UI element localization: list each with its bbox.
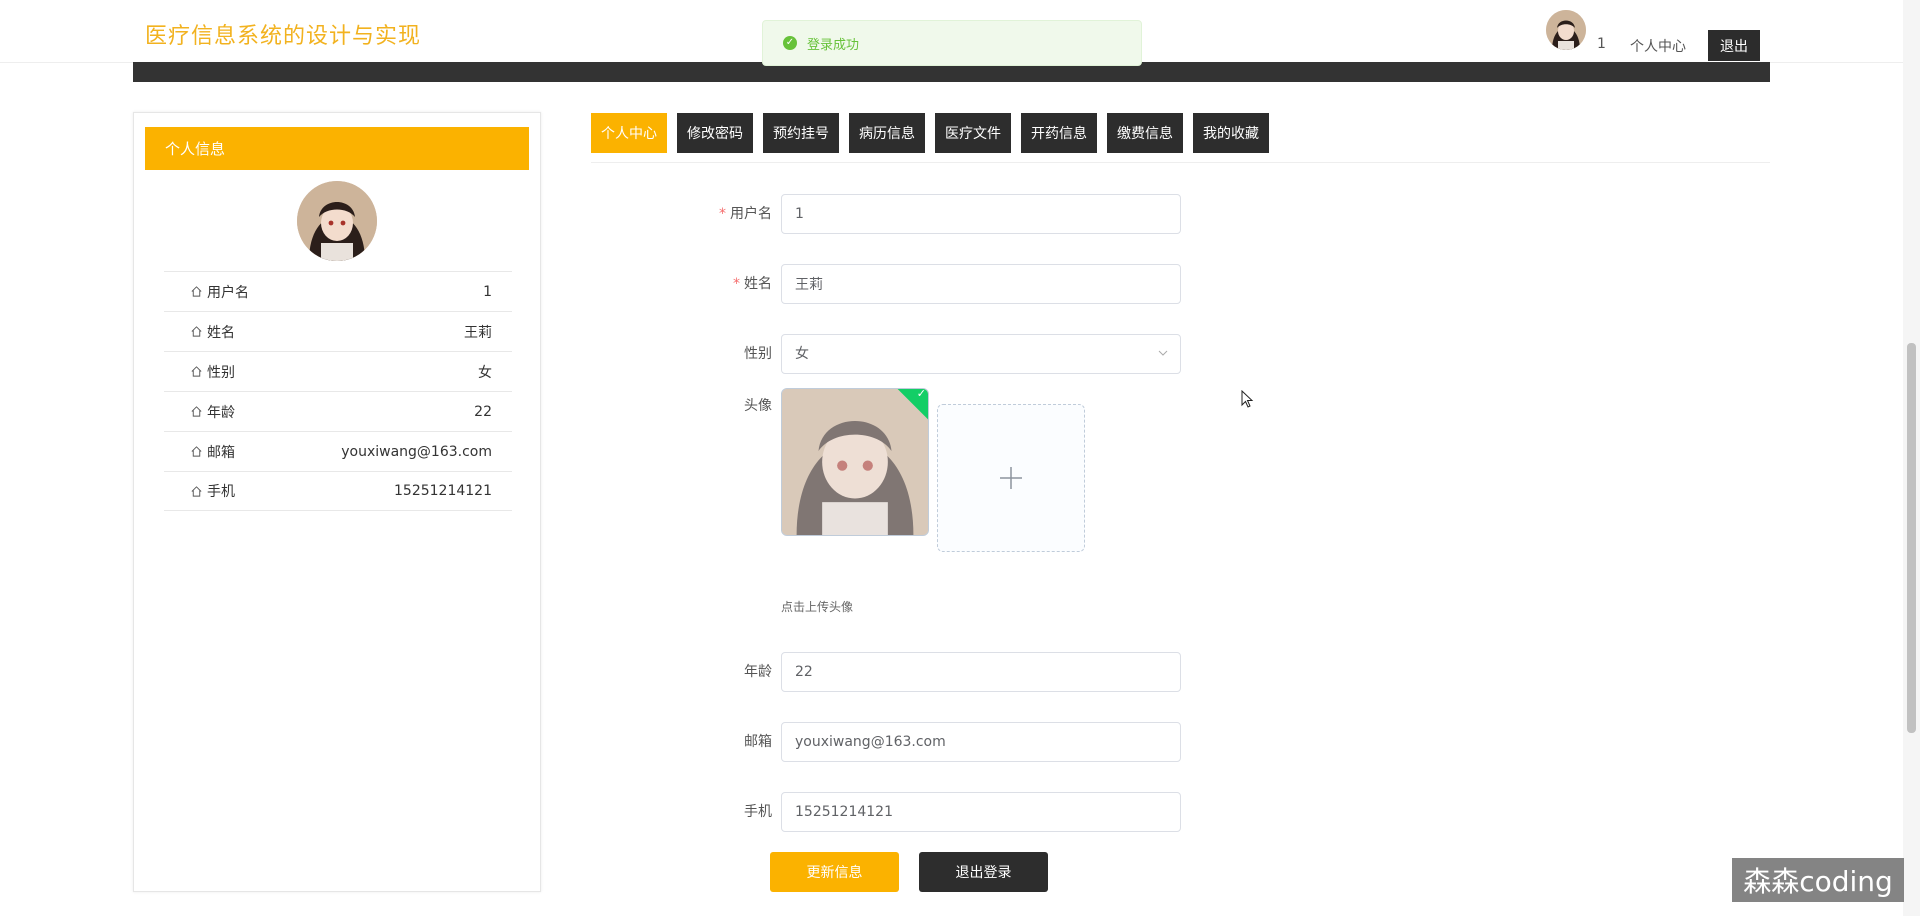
list-item: 手机 15251214121 [164,471,512,511]
avatar-image [297,181,377,261]
form-row-avatar: 头像 ✓ 点击上传头像 [680,388,1180,628]
tab-prescriptions[interactable]: 开药信息 [1021,113,1097,153]
header-avatar[interactable] [1546,10,1586,50]
info-value: youxiwang@163.com [341,443,492,460]
profile-avatar [297,181,377,261]
info-label: 手机 [207,484,235,500]
home-icon [191,446,202,457]
site-title: 医疗信息系统的设计与实现 [145,24,422,49]
uploaded-avatar[interactable]: ✓ [781,388,929,536]
update-info-button[interactable]: 更新信息 [770,852,899,892]
info-label: 姓名 [207,324,235,341]
check-icon: ✓ [916,388,926,401]
name-label: 姓名 [744,276,772,292]
watermark: 森森coding [1732,858,1904,902]
profile-card-title: 个人信息 [145,127,529,170]
home-icon [191,485,202,497]
gender-label: 性别 [744,346,772,362]
username-label: 用户名 [730,206,772,222]
mouse-cursor-icon [1241,390,1254,408]
tab-personal-center[interactable]: 个人中心 [591,113,667,153]
toast-message: 登录成功 [807,37,860,53]
list-item: 姓名 王莉 [164,311,512,351]
avatar-image [1546,10,1586,50]
info-label: 年龄 [207,404,235,421]
tab-medical-records[interactable]: 病历信息 [849,113,925,153]
username-input[interactable] [781,194,1181,234]
required-mark: * [733,276,740,292]
home-icon [191,406,202,417]
header-username: 1 [1597,36,1606,52]
home-icon [191,286,202,297]
list-item: 用户名 1 [164,271,512,311]
email-label: 邮箱 [744,734,772,750]
info-value: 王莉 [464,324,492,341]
age-input[interactable] [781,652,1181,692]
success-check-icon: ✓ [783,36,797,50]
page-scrollbar-thumb[interactable] [1907,343,1916,733]
gender-select[interactable]: 女 [781,334,1181,374]
chevron-down-icon [1158,350,1168,356]
tab-change-password[interactable]: 修改密码 [677,113,753,153]
email-input[interactable] [781,722,1181,762]
tab-divider [591,162,1770,163]
age-label: 年龄 [744,664,772,680]
info-label: 性别 [207,364,235,381]
info-value: 15251214121 [394,483,492,499]
info-label: 用户名 [207,284,249,301]
name-input[interactable] [781,264,1181,304]
info-value: 女 [478,364,492,381]
tab-payments[interactable]: 缴费信息 [1107,113,1183,153]
info-label: 邮箱 [207,444,235,461]
required-mark: * [719,206,726,222]
name-label-wrap: * 姓名 [680,264,772,304]
header-personal-center-link[interactable]: 个人中心 [1630,36,1686,56]
tab-medical-files[interactable]: 医疗文件 [935,113,1011,153]
success-toast: ✓ 登录成功 [762,20,1142,66]
avatar-image [782,389,928,535]
avatar-upload-button[interactable] [937,404,1085,552]
avatar-upload-hint: 点击上传头像 [781,600,854,614]
avatar-label: 头像 [744,398,772,414]
plus-icon [1000,467,1022,489]
home-icon [191,366,202,377]
list-item: 邮箱 youxiwang@163.com [164,431,512,471]
phone-label: 手机 [744,804,772,820]
tab-favorites[interactable]: 我的收藏 [1193,113,1269,153]
profile-info-list: 用户名 1 姓名 王莉 性别 女 年龄 22 邮箱 youxiwang@163.… [164,271,512,511]
phone-input[interactable] [781,792,1181,832]
home-icon [191,326,202,337]
header-logout-button[interactable]: 退出 [1708,30,1760,61]
list-item: 年龄 22 [164,391,512,431]
tab-appointment[interactable]: 预约挂号 [763,113,839,153]
info-value: 22 [474,403,492,420]
profile-tabs: 个人中心 修改密码 预约挂号 病历信息 医疗文件 开药信息 缴费信息 我的收藏 [591,113,1279,153]
list-item: 性别 女 [164,351,512,391]
gender-selected-value: 女 [795,346,809,362]
logout-button[interactable]: 退出登录 [919,852,1048,892]
profile-card: 个人信息 用户名 1 姓名 王莉 性别 女 年龄 22 邮箱 youxiwang… [133,112,541,892]
username-label-wrap: * 用户名 [680,194,772,234]
info-value: 1 [483,283,492,300]
